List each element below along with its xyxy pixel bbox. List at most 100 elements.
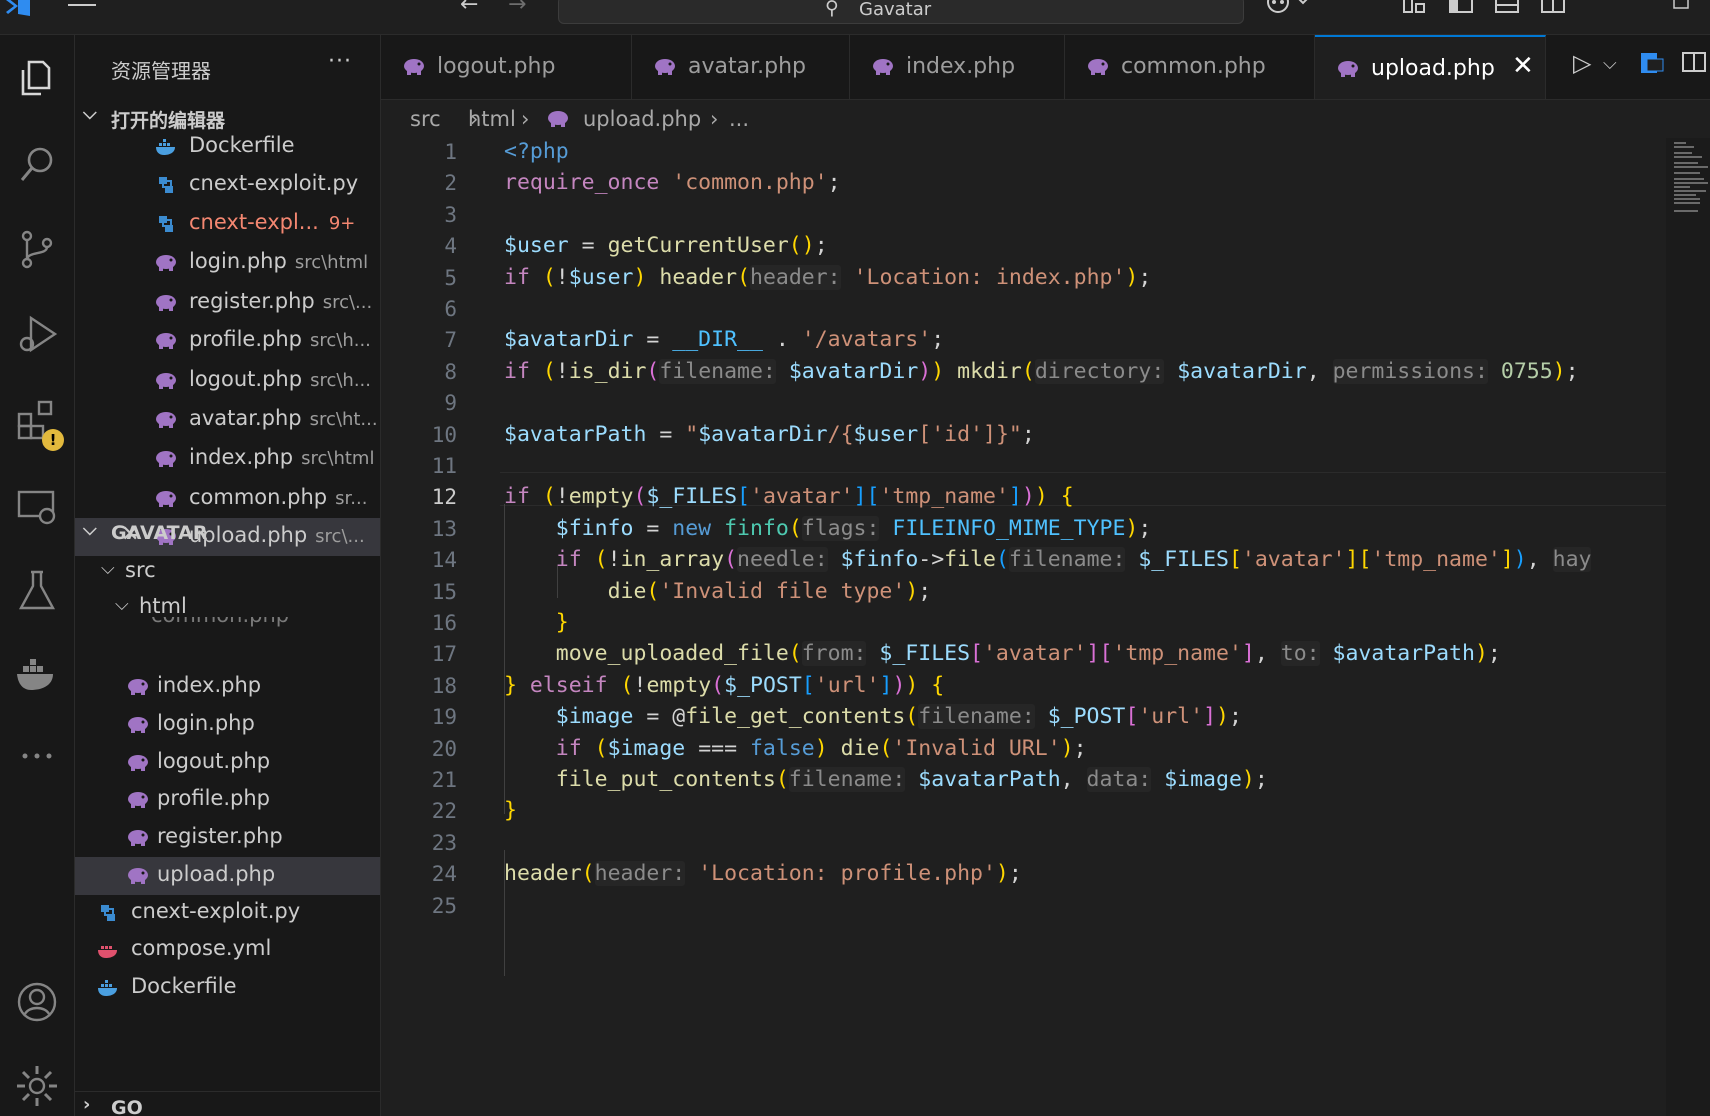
open-editor-item[interactable]: logout.php src\h... — [75, 362, 380, 400]
php-icon — [1087, 57, 1111, 77]
testing-icon[interactable] — [8, 561, 66, 619]
file-name: login.php — [157, 711, 255, 735]
code-line[interactable]: } elseif (!empty($_POST['url'])) { — [504, 673, 944, 698]
open-editor-item[interactable]: cnext-exploit.py — [75, 166, 380, 204]
tab-label: upload.php — [1371, 56, 1495, 81]
open-editor-item[interactable]: register.php src\... — [75, 284, 380, 322]
settings-gear-icon[interactable] — [8, 1057, 66, 1115]
tree-file-item[interactable]: upload.php — [75, 857, 380, 895]
docker-compose-icon — [97, 940, 119, 960]
chevron-down-icon[interactable]: ⌵ — [1603, 53, 1617, 74]
php-icon — [127, 753, 149, 773]
forward-arrow-icon[interactable]: → — [508, 0, 526, 16]
tree-file-item[interactable]: index.php — [75, 668, 380, 706]
tab-common[interactable]: common.php — [1065, 35, 1315, 99]
code-line[interactable]: if ($image === false) die('Invalid URL')… — [504, 736, 1087, 761]
breadcrumb-src[interactable]: src — [410, 107, 441, 131]
breadcrumb: src › html › upload.php › ... — [381, 100, 1710, 138]
open-editor-item[interactable]: Dockerfile — [75, 128, 380, 166]
line-number: 7 — [444, 328, 457, 353]
open-editor-item[interactable]: common.php sr... — [75, 480, 380, 518]
open-editor-item[interactable]: avatar.php src\ht... — [75, 401, 380, 439]
workspace-header[interactable]: ⌵ GAVATAR — [75, 517, 380, 551]
tree-file-item[interactable]: logout.php — [75, 744, 380, 782]
code-editor[interactable]: 1 2 3 4 5 6 7 8 9 10 11 12 13 14 15 16 17 18 19 20 21 22 23 24 2… — [381, 138, 1710, 1116]
code-line[interactable]: die('Invalid file type'); — [504, 579, 932, 604]
php-debug-icon[interactable] — [1639, 49, 1665, 81]
tab-avatar[interactable]: avatar.php — [632, 35, 850, 99]
line-number: 20 — [431, 736, 457, 761]
code-line[interactable]: $user = getCurrentUser(); — [504, 233, 828, 258]
open-editor-item[interactable]: profile.php src\h... — [75, 322, 380, 360]
breadcrumb-html[interactable]: html — [468, 107, 516, 131]
minimize-icon[interactable] — [1608, 0, 1628, 19]
code-line[interactable]: <?php — [504, 139, 569, 164]
tab-index[interactable]: index.php — [850, 35, 1065, 99]
code-line[interactable]: if (!is_dir(filename: $avatarDir)) mkdir… — [504, 358, 1579, 384]
maximize-icon[interactable] — [1672, 0, 1692, 19]
php-icon — [872, 57, 896, 77]
code-line[interactable]: $image = @file_get_contents(filename: $_… — [504, 704, 1242, 730]
chevron-down-icon: ⌵ — [83, 519, 97, 540]
file-path: src\... — [322, 292, 373, 313]
code-line[interactable]: } — [504, 610, 569, 635]
explorer-icon[interactable] — [8, 49, 66, 107]
code-line[interactable]: header(header: 'Location: profile.php'); — [504, 861, 1022, 887]
tab-logout[interactable]: logout.php — [381, 35, 632, 99]
toggle-sidebar-icon[interactable] — [1448, 0, 1474, 19]
split-editor-icon[interactable] — [1681, 49, 1707, 81]
layout-icon[interactable] — [1402, 0, 1428, 19]
code-line[interactable]: $avatarPath = "$avatarDir/{$user['id']}"… — [504, 422, 1035, 447]
tab-upload[interactable]: upload.php ✕ — [1315, 35, 1546, 99]
close-icon[interactable]: ✕ — [1512, 51, 1534, 81]
code-line[interactable]: if (!in_array(needle: $finfo->file(filen… — [504, 547, 1592, 573]
code-line[interactable]: if (!empty($_FILES['avatar']['tmp_name']… — [504, 484, 1074, 509]
docker-icon — [155, 137, 177, 157]
breadcrumb-more[interactable]: ... — [729, 107, 749, 131]
menu-icon[interactable] — [68, 0, 98, 19]
remote-explorer-icon[interactable] — [8, 477, 66, 535]
breadcrumb-file[interactable]: upload.php — [583, 107, 701, 131]
toggle-secondary-sidebar-icon[interactable] — [1540, 0, 1566, 19]
tree-file-item[interactable]: register.php — [75, 819, 380, 857]
open-editor-item[interactable]: index.php src\html — [75, 440, 380, 478]
more-icon[interactable] — [8, 727, 66, 785]
line-number: 4 — [444, 234, 457, 259]
code-line[interactable]: $avatarDir = __DIR__ . '/avatars'; — [504, 327, 944, 352]
file-name: compose.yml — [131, 936, 272, 960]
run-debug-icon[interactable] — [8, 305, 66, 363]
tree-file-item[interactable]: compose.yml — [75, 931, 380, 969]
tree-file-item[interactable]: profile.php — [75, 781, 380, 819]
sidebar-more-actions[interactable]: ··· — [328, 49, 352, 74]
folder-src[interactable]: ⌵ src — [75, 553, 380, 591]
toggle-panel-icon[interactable] — [1494, 0, 1520, 19]
sidebar-title: 资源管理器 — [111, 59, 211, 83]
code-line[interactable]: $finfo = new finfo(flags: FILEINFO_MIME_… — [504, 515, 1151, 541]
open-editor-item[interactable]: cnext-expl... 9+ — [75, 205, 380, 243]
php-icon — [155, 489, 177, 509]
code-line[interactable]: move_uploaded_file(from: $_FILES['avatar… — [504, 641, 1501, 667]
command-center-search[interactable]: ⚲ Gavatar — [558, 0, 1244, 24]
run-icon[interactable]: ▷ — [1573, 49, 1591, 77]
code-line[interactable]: } — [504, 798, 517, 823]
code-line[interactable]: require_once 'common.php'; — [504, 170, 841, 195]
tree-file-item[interactable]: Dockerfile — [75, 969, 380, 1007]
back-arrow-icon[interactable]: ← — [460, 0, 478, 16]
copilot-icon[interactable] — [1264, 0, 1312, 19]
open-editor-item[interactable]: login.php src\html — [75, 244, 380, 282]
file-name: logout.php — [157, 749, 271, 773]
code-line[interactable]: if (!$user) header(header: 'Location: in… — [504, 264, 1151, 290]
tree-file-item[interactable]: login.php — [75, 706, 380, 744]
code-line[interactable]: file_put_contents(filename: $avatarPath,… — [504, 767, 1268, 792]
docker-icon[interactable] — [8, 645, 66, 703]
accounts-icon[interactable] — [8, 973, 66, 1031]
search-icon[interactable] — [8, 135, 66, 193]
extensions-icon[interactable]: ! — [8, 391, 66, 451]
php-icon — [654, 57, 678, 77]
file-name: login.php — [189, 249, 287, 273]
tree-item-partial[interactable]: common.php — [75, 617, 380, 629]
go-section-header[interactable]: › GO — [75, 1091, 380, 1116]
source-control-icon[interactable] — [8, 220, 66, 278]
tree-file-item[interactable]: cnext-exploit.py — [75, 894, 380, 932]
minimap[interactable] — [1666, 138, 1710, 1116]
